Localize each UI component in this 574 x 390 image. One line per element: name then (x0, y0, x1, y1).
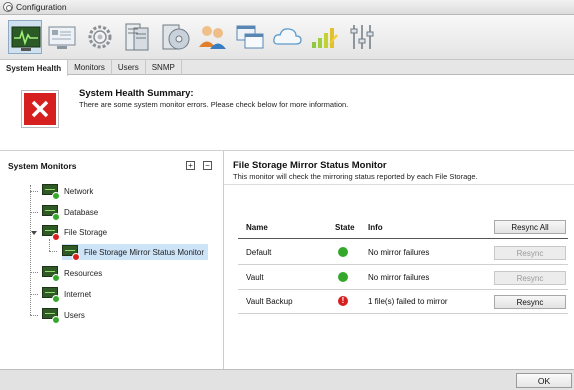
storage-disk-icon[interactable] (158, 20, 192, 54)
collapse-all-button[interactable]: − (203, 161, 212, 170)
row-info: No mirror failures (368, 248, 430, 257)
divider (224, 184, 574, 185)
row-name: Default (246, 248, 272, 257)
health-summary: System Health Summary: There are some sy… (0, 76, 574, 151)
sliders-icon[interactable] (345, 20, 379, 54)
tree-item-label: Network (64, 186, 94, 196)
resync-button-vault[interactable]: Resync (494, 271, 566, 285)
tab-users[interactable]: Users (112, 60, 146, 75)
tree-item-file-storage-mirror-status-monitor[interactable]: File Storage Mirror Status Monitor (62, 244, 209, 261)
cloud-icon[interactable] (270, 20, 304, 54)
row-name: Vault Backup (246, 297, 293, 306)
monitor-status-icon (42, 307, 60, 324)
tree-item-database[interactable]: Database (42, 204, 99, 221)
tree-item-resources[interactable]: Resources (42, 265, 103, 282)
tree-guide-line (49, 239, 50, 251)
summary-title: System Health Summary: (79, 88, 194, 99)
footer-bar: OK (0, 369, 574, 390)
tree-item-file-storage[interactable]: File Storage (42, 224, 108, 241)
expand-all-button[interactable]: + (186, 161, 195, 170)
title-bar: Configuration (0, 0, 574, 15)
tree-branch (30, 191, 38, 192)
tree-item-label: Internet (64, 289, 92, 299)
toolbar (0, 15, 574, 60)
tab-system-health[interactable]: System Health (0, 60, 69, 76)
tree-item-label: Database (64, 207, 99, 217)
tab-snmp[interactable]: SNMP (146, 60, 182, 75)
resync-button-default[interactable]: Resync (494, 246, 566, 260)
monitor-status-icon (42, 183, 60, 200)
monitor-icon[interactable] (45, 20, 79, 54)
column-header-state: State (335, 223, 355, 232)
system-monitors-panel: System Monitors + − Network Database Fil… (0, 151, 224, 369)
tree-item-internet[interactable]: Internet (42, 286, 92, 303)
system-monitors-heading: System Monitors (8, 161, 77, 171)
monitor-status-icon (62, 244, 80, 261)
ok-status-icon (338, 272, 348, 282)
row-divider (238, 313, 568, 314)
row-divider (238, 289, 568, 290)
tree-branch (30, 272, 38, 273)
summary-description: There are some system monitor errors. Pl… (79, 100, 349, 109)
tree-item-users[interactable]: Users (42, 307, 85, 324)
row-info: No mirror failures (368, 273, 430, 282)
tree-item-label: File Storage Mirror Status Monitor (84, 247, 205, 257)
tree-branch (30, 315, 38, 316)
tree-guide-line (30, 185, 31, 315)
system-health-icon[interactable] (8, 20, 42, 54)
monitor-detail-panel: File Storage Mirror Status Monitor This … (224, 151, 574, 369)
tree-branch (49, 251, 57, 252)
detail-title: File Storage Mirror Status Monitor (233, 160, 387, 171)
users-icon[interactable] (195, 20, 229, 54)
resync-all-button[interactable]: Resync All (494, 220, 566, 234)
signal-bars-icon[interactable] (308, 20, 342, 54)
tree-branch (30, 294, 38, 295)
gear-icon[interactable] (83, 20, 117, 54)
row-divider (238, 264, 568, 265)
tab-bar: System Health Monitors Users SNMP (0, 60, 574, 76)
header-divider (238, 238, 568, 239)
column-header-info: Info (368, 223, 383, 232)
tree-item-label: File Storage (64, 227, 108, 237)
gear-icon (3, 2, 13, 12)
tree-item-label: Users (64, 310, 85, 320)
resync-button-vault-backup[interactable]: Resync (494, 295, 566, 309)
tree-item-label: Resources (64, 268, 103, 278)
ok-button[interactable]: OK (516, 373, 572, 388)
windows-icon[interactable] (233, 20, 267, 54)
window-title: Configuration (16, 2, 67, 12)
row-info: 1 file(s) failed to mirror (368, 297, 448, 306)
ok-status-icon (338, 247, 348, 257)
monitor-status-icon (42, 286, 60, 303)
error-icon (21, 90, 59, 128)
column-header-name: Name (246, 223, 268, 232)
tab-monitors[interactable]: Monitors (68, 60, 112, 75)
monitor-status-icon (42, 204, 60, 221)
monitor-status-icon (42, 224, 60, 241)
detail-description: This monitor will check the mirroring st… (233, 172, 478, 181)
monitor-status-icon (42, 265, 60, 282)
row-name: Vault (246, 273, 264, 282)
tree-item-network[interactable]: Network (42, 183, 94, 200)
server-icon[interactable] (120, 20, 154, 54)
chevron-down-icon[interactable] (31, 231, 37, 235)
tree-branch (30, 212, 38, 213)
error-status-icon: ! (338, 296, 348, 306)
